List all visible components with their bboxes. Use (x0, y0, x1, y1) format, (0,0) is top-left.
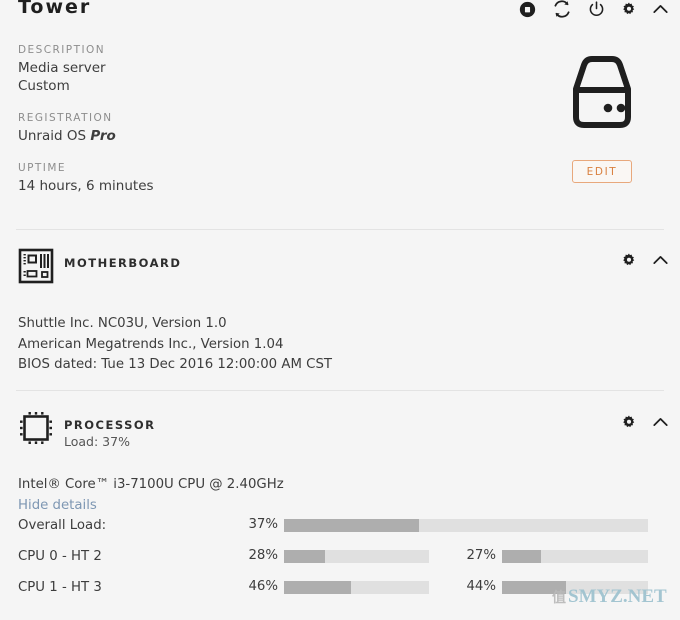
chevron-up-icon[interactable] (653, 254, 668, 266)
processor-section-header: PROCESSOR Load: 37% (0, 410, 680, 450)
server-tower-icon (556, 55, 648, 133)
load-percent-a: 46% (248, 579, 278, 594)
chevron-up-icon[interactable] (653, 3, 668, 15)
load-bar-fill-b (502, 581, 567, 594)
gear-icon[interactable] (622, 415, 636, 429)
description-label: DESCRIPTION (18, 44, 106, 56)
description-value-line1: Media server (18, 60, 106, 76)
stop-icon[interactable] (519, 1, 536, 18)
load-bar-fill-a (284, 519, 419, 532)
load-row-overall: Overall Load: 37% (0, 515, 680, 546)
load-bar-fill-b (502, 550, 542, 563)
registration-value: Unraid OS Pro (18, 127, 438, 145)
motherboard-tools (622, 253, 668, 267)
processor-model: Intel® Core™ i3-7100U CPU @ 2.40GHz (18, 477, 284, 492)
load-bar-track-a (284, 519, 648, 532)
power-icon[interactable] (588, 0, 605, 18)
chevron-up-icon[interactable] (653, 416, 668, 428)
processor-load-summary: Load: 37% (64, 434, 130, 449)
gear-icon[interactable] (622, 2, 636, 16)
load-bar-track-b (502, 550, 648, 563)
uptime-value: 14 hours, 6 minutes (18, 178, 154, 194)
uptime-label: UPTIME (18, 162, 66, 174)
toggle-details-link[interactable]: Hide details (18, 496, 284, 517)
server-overview-info: DESCRIPTION Media server Custom REGISTRA… (18, 44, 438, 212)
registration-field: REGISTRATION Unraid OS Pro (18, 112, 438, 145)
description-field: DESCRIPTION Media server Custom (18, 44, 438, 95)
server-header: Tower (0, 0, 680, 30)
divider-overview-motherboard (16, 229, 664, 230)
gear-icon[interactable] (622, 253, 636, 267)
motherboard-line-0: Shuttle Inc. NC03U, Version 1.0 (18, 316, 227, 331)
page-title: Tower (18, 0, 92, 18)
load-row-label: CPU 0 - HT 2 (18, 549, 102, 564)
load-percent-a: 37% (248, 517, 278, 532)
load-bar-track-a (284, 550, 429, 563)
cpu-icon (18, 410, 54, 446)
processor-title: PROCESSOR (64, 418, 156, 432)
load-row-label: CPU 1 - HT 3 (18, 580, 102, 595)
load-row-cpu0: CPU 0 - HT 2 28% 27% (0, 546, 680, 577)
cpu-load-rows: Overall Load: 37% CPU 0 - HT 2 28% 27% C… (0, 515, 680, 608)
description-value-line2: Custom (18, 78, 70, 94)
divider-motherboard-processor (16, 390, 664, 391)
motherboard-details: Shuttle Inc. NC03U, Version 1.0 American… (18, 314, 332, 376)
load-row-label: Overall Load: (18, 518, 107, 533)
load-bar-track-b (502, 581, 648, 594)
processor-details: Intel® Core™ i3-7100U CPU @ 2.40GHz Hide… (18, 475, 284, 516)
edit-button[interactable]: EDIT (572, 160, 632, 183)
header-icon-group (519, 0, 668, 18)
load-percent-a: 28% (248, 548, 278, 563)
load-percent-b: 27% (466, 548, 496, 563)
unraid-dashboard: Tower DESCRIPTION Media server Custom RE… (0, 0, 680, 620)
motherboard-line-1: American Megatrends Inc., Version 1.04 (18, 336, 284, 352)
load-percent-b: 44% (466, 579, 496, 594)
load-bar-fill-a (284, 550, 325, 563)
motherboard-title: MOTHERBOARD (64, 256, 182, 270)
motherboard-line-2: BIOS dated: Tue 13 Dec 2016 12:00:00 AM … (18, 357, 333, 372)
processor-tools (622, 415, 668, 429)
motherboard-section-header: MOTHERBOARD (0, 248, 680, 288)
load-bar-fill-a (284, 581, 351, 594)
registration-tier: Pro (90, 128, 116, 144)
refresh-icon[interactable] (553, 0, 571, 18)
uptime-field: UPTIME 14 hours, 6 minutes (18, 162, 438, 195)
registration-label: REGISTRATION (18, 112, 113, 124)
registration-os: Unraid OS (18, 128, 87, 144)
load-row-cpu1: CPU 1 - HT 3 46% 44% (0, 577, 680, 608)
motherboard-icon (18, 248, 54, 284)
load-bar-track-a (284, 581, 429, 594)
